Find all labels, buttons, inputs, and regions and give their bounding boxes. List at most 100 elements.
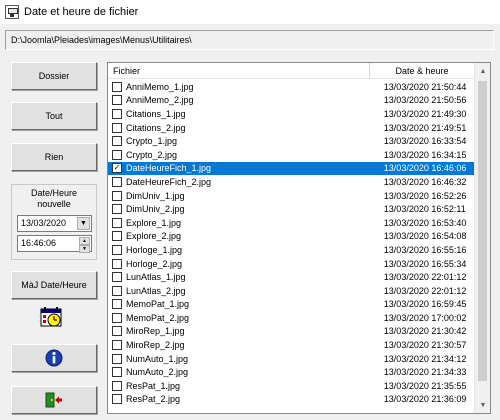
list-item[interactable]: ✓ DateHeureFich_1.jpg 13/03/2020 16:46:06 [108, 161, 475, 176]
column-header-date[interactable]: Date & heure [370, 63, 475, 78]
row-checkbox[interactable] [112, 122, 122, 133]
list-item[interactable]: NumAuto_1.jpg 13/03/2020 21:34:12 [108, 352, 475, 366]
row-checkbox[interactable] [112, 394, 122, 405]
row-checkbox[interactable] [112, 95, 122, 106]
list-item[interactable]: Horloge_1.jpg 13/03/2020 16:55:16 [108, 243, 475, 257]
file-name: Crypto_1.jpg [126, 136, 178, 147]
chevron-down-icon[interactable]: ▼ [77, 217, 90, 230]
file-name: DateHeureFich_2.jpg [126, 176, 212, 187]
row-checkbox[interactable] [112, 299, 122, 310]
file-date: 13/03/2020 21:35:55 [383, 380, 467, 391]
scroll-up-icon[interactable]: ▲ [475, 63, 490, 79]
date-picker[interactable]: 13/03/2020 ▼ [17, 215, 92, 232]
list-item[interactable]: LunAtlas_1.jpg 13/03/2020 22:01:12 [108, 270, 475, 284]
row-checkbox[interactable] [112, 108, 122, 119]
info-button[interactable] [11, 344, 97, 372]
list-item[interactable]: DimUniv_1.jpg 13/03/2020 16:52:26 [108, 189, 475, 203]
file-name: Citations_1.jpg [126, 108, 186, 119]
file-name: DimUniv_2.jpg [126, 204, 185, 215]
list-item[interactable]: DimUniv_2.jpg 13/03/2020 16:52:11 [108, 202, 475, 216]
row-checkbox[interactable] [112, 367, 122, 378]
scroll-thumb[interactable] [478, 81, 487, 381]
row-checkbox[interactable] [112, 312, 122, 323]
row-checkbox[interactable] [112, 285, 122, 296]
row-checkbox[interactable] [112, 217, 122, 228]
file-date: 13/03/2020 21:34:12 [383, 353, 467, 364]
file-name: LunAtlas_2.jpg [126, 285, 186, 296]
file-name: MiroRep_2.jpg [126, 340, 185, 351]
list-item[interactable]: Crypto_2.jpg 13/03/2020 16:34:15 [108, 148, 475, 162]
row-checkbox[interactable] [112, 272, 122, 283]
row-checkbox[interactable] [112, 149, 122, 160]
info-icon [45, 349, 63, 367]
list-item[interactable]: Horloge_2.jpg 13/03/2020 16:55:34 [108, 257, 475, 271]
list-item[interactable]: ResPat_2.jpg 13/03/2020 21:36:09 [108, 393, 475, 407]
row-checkbox[interactable] [112, 244, 122, 255]
file-name: DateHeureFich_1.jpg [126, 163, 212, 174]
file-name: MemoPat_1.jpg [126, 299, 190, 310]
file-name: Horloge_2.jpg [126, 258, 183, 269]
file-name: NumAuto_1.jpg [126, 353, 189, 364]
update-datetime-button[interactable]: MàJ Date/Heure [11, 271, 97, 299]
row-checkbox[interactable]: ✓ [112, 163, 122, 174]
time-spinner[interactable]: 16:46:06 ▲ ▼ [17, 235, 92, 253]
folder-path: D:\Joomla\Pleiades\images\Menus\Utilitai… [5, 30, 494, 50]
list-item[interactable]: Explore_1.jpg 13/03/2020 16:53:40 [108, 216, 475, 230]
list-item[interactable]: Citations_1.jpg 13/03/2020 21:49:30 [108, 107, 475, 121]
calendar-clock-icon[interactable] [40, 306, 64, 328]
file-date: 13/03/2020 17:00:02 [383, 312, 467, 323]
file-name: LunAtlas_1.jpg [126, 272, 186, 283]
exit-door-icon [45, 392, 62, 408]
list-item[interactable]: NumAuto_2.jpg 13/03/2020 21:34:33 [108, 365, 475, 379]
list-item[interactable]: DateHeureFich_2.jpg 13/03/2020 16:46:32 [108, 175, 475, 189]
list-item[interactable]: MiroRep_2.jpg 13/03/2020 21:30:57 [108, 338, 475, 352]
list-item[interactable]: AnniMemo_2.jpg 13/03/2020 21:50:56 [108, 94, 475, 108]
row-checkbox[interactable] [112, 136, 122, 147]
file-date: 13/03/2020 16:55:16 [383, 244, 467, 255]
file-name: Explore_2.jpg [126, 231, 182, 242]
time-value: 16:46:06 [21, 238, 57, 248]
list-item[interactable]: Crypto_1.jpg 13/03/2020 16:33:54 [108, 134, 475, 148]
row-checkbox[interactable] [112, 340, 122, 351]
column-header-fichier[interactable]: Fichier [108, 63, 370, 78]
file-date: 13/03/2020 21:50:44 [383, 81, 467, 92]
row-checkbox[interactable] [112, 204, 122, 215]
list-item[interactable]: MemoPat_2.jpg 13/03/2020 17:00:02 [108, 311, 475, 325]
vertical-scrollbar[interactable]: ▲ ▼ [474, 63, 490, 413]
list-item[interactable]: LunAtlas_2.jpg 13/03/2020 22:01:12 [108, 284, 475, 298]
list-item[interactable]: MemoPat_1.jpg 13/03/2020 16:59:45 [108, 298, 475, 312]
list-item[interactable]: Citations_2.jpg 13/03/2020 21:49:51 [108, 121, 475, 135]
row-checkbox[interactable] [112, 231, 122, 242]
spin-buttons[interactable]: ▲ ▼ [79, 237, 90, 253]
file-list[interactable]: Fichier Date & heure AnniMemo_1.jpg 13/03… [107, 62, 491, 414]
list-item[interactable]: Explore_2.jpg 13/03/2020 16:54:08 [108, 230, 475, 244]
date-value: 13/03/2020 [21, 218, 67, 228]
tout-button[interactable]: Tout [11, 102, 97, 130]
list-item[interactable]: AnniMemo_1.jpg 13/03/2020 21:50:44 [108, 80, 475, 94]
row-checkbox[interactable] [112, 326, 122, 337]
row-checkbox[interactable] [112, 353, 122, 364]
spin-down-icon[interactable]: ▼ [79, 245, 90, 253]
row-checkbox[interactable] [112, 380, 122, 391]
scroll-down-icon[interactable]: ▼ [475, 397, 490, 413]
file-date: 13/03/2020 16:34:15 [383, 149, 467, 160]
file-date: 13/03/2020 16:46:06 [383, 163, 467, 174]
file-name: Horloge_1.jpg [126, 244, 183, 255]
row-checkbox[interactable] [112, 81, 122, 92]
file-date: 13/03/2020 16:46:32 [383, 176, 467, 187]
row-checkbox[interactable] [112, 258, 122, 269]
file-date: 13/03/2020 21:49:51 [383, 122, 467, 133]
list-item[interactable]: ResPat_1.jpg 13/03/2020 21:35:55 [108, 379, 475, 393]
file-date: 13/03/2020 21:49:30 [383, 108, 467, 119]
rien-button[interactable]: Rien [11, 143, 97, 171]
row-checkbox[interactable] [112, 176, 122, 187]
app-icon [5, 5, 19, 19]
exit-button[interactable] [11, 386, 97, 414]
file-date: 13/03/2020 22:01:12 [383, 285, 467, 296]
dossier-button[interactable]: Dossier [11, 62, 97, 90]
new-datetime-label-line1: Date/Heure [30, 188, 78, 198]
spin-up-icon[interactable]: ▲ [79, 237, 90, 245]
file-date: 13/03/2020 21:30:57 [383, 340, 467, 351]
list-item[interactable]: MiroRep_1.jpg 13/03/2020 21:30:42 [108, 325, 475, 339]
row-checkbox[interactable] [112, 190, 122, 201]
